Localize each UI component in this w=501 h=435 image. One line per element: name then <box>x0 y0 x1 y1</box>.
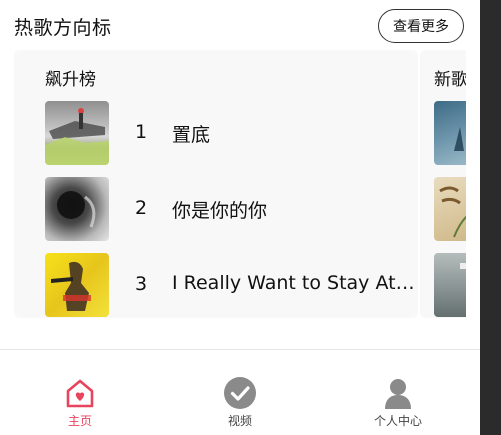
song-name: 你是你的你 <box>172 200 268 222</box>
album-cover-art <box>51 261 91 311</box>
album-cover-art <box>439 186 466 238</box>
user-icon <box>381 376 415 410</box>
video-check-icon <box>223 376 257 410</box>
tab-video[interactable]: 视频 <box>200 376 280 430</box>
album-cover <box>45 177 109 241</box>
home-icon <box>63 376 97 410</box>
song-row[interactable]: 3 I Really Want to Stay At Your House <box>45 253 418 317</box>
view-more-button[interactable]: 查看更多 <box>378 9 464 43</box>
song-row[interactable] <box>434 101 466 165</box>
album-cover-art <box>454 127 464 151</box>
album-cover <box>434 177 466 241</box>
song-rank: 1 <box>135 121 148 143</box>
window-edge <box>480 0 501 435</box>
section-title: 热歌方向标 <box>14 17 112 39</box>
song-rank: 2 <box>135 197 148 219</box>
section-header: 热歌方向标 查看更多 <box>0 0 480 54</box>
tab-label: 主页 <box>67 414 92 428</box>
album-cover <box>45 253 109 317</box>
chart-card-new[interactable]: 新歌 <box>420 50 466 318</box>
song-row[interactable]: 1 置底 <box>45 101 418 165</box>
album-cover <box>434 253 466 317</box>
album-cover-art <box>57 191 96 228</box>
tab-home[interactable]: 主页 <box>40 376 120 430</box>
bottom-tab-bar: 主页 视频 个人中心 <box>0 350 480 435</box>
tab-label: 视频 <box>227 414 252 428</box>
album-cover <box>434 101 466 165</box>
album-cover-art <box>460 263 466 269</box>
chart-carousel[interactable]: 飙升榜 1 置底 2 你是你的你 3 I Really Want to Stay… <box>14 50 466 318</box>
song-name: 置底 <box>172 124 211 146</box>
chart-card-title: 新歌 <box>434 70 466 90</box>
album-cover-art <box>45 108 109 165</box>
tab-label: 个人中心 <box>373 414 422 428</box>
song-rank: 3 <box>135 273 148 295</box>
chart-card-title: 飙升榜 <box>45 70 96 90</box>
song-name: I Really Want to Stay At Your House <box>172 272 418 294</box>
chart-card-soaring[interactable]: 飙升榜 1 置底 2 你是你的你 3 I Really Want to Stay… <box>14 50 418 318</box>
song-row[interactable] <box>434 253 466 317</box>
album-cover <box>45 101 109 165</box>
song-row[interactable] <box>434 177 466 241</box>
tab-profile[interactable]: 个人中心 <box>358 376 438 430</box>
app-page: 热歌方向标 查看更多 飙升榜 1 置底 2 你是你的你 3 I Really W… <box>0 0 480 435</box>
song-row[interactable]: 2 你是你的你 <box>45 177 418 241</box>
